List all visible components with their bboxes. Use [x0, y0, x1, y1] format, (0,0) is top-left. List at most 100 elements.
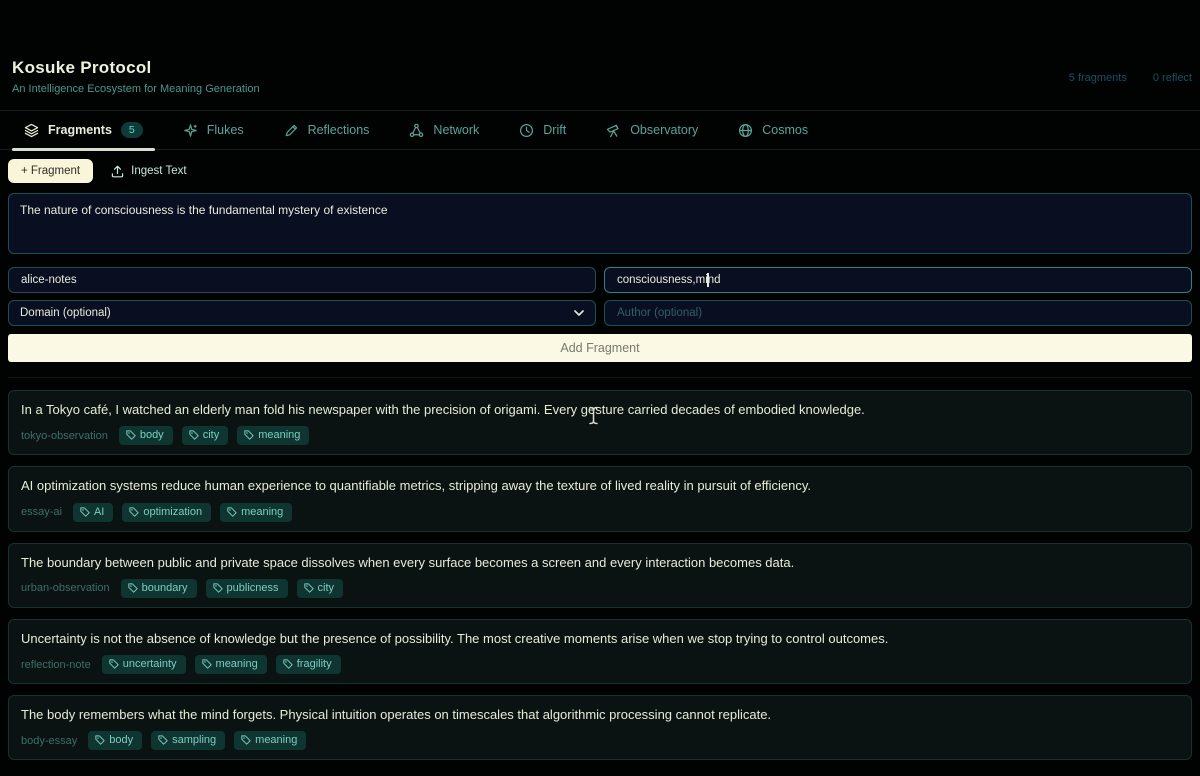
- fragment-text: Uncertainty is not the absence of knowle…: [21, 631, 1179, 647]
- fragments-badge: 5: [121, 122, 143, 139]
- form-divider: [8, 377, 1192, 378]
- fragment-tag: fragility: [276, 655, 341, 674]
- fragment-tag-label: meaning: [241, 506, 283, 518]
- fragment-tag: meaning: [195, 655, 267, 674]
- tab-label: Cosmos: [762, 123, 808, 137]
- fragment-tag-label: sampling: [172, 734, 216, 746]
- action-row: + Fragment Ingest Text: [8, 159, 1192, 183]
- tab-cosmos[interactable]: Cosmos: [726, 111, 820, 149]
- fragment-form: The nature of consciousness is the funda…: [8, 193, 1192, 378]
- fragment-tag: meaning: [237, 426, 309, 445]
- tag-icon: [304, 583, 314, 593]
- fragment-tag-label: city: [203, 429, 220, 441]
- fragment-tag: city: [297, 579, 344, 598]
- domain-select[interactable]: Domain (optional): [8, 300, 596, 326]
- tab-label: Observatory: [630, 123, 698, 137]
- fragment-tag: meaning: [220, 503, 292, 522]
- tag-icon: [227, 507, 237, 517]
- fragment-tag: uncertainty: [102, 655, 186, 674]
- new-fragment-button[interactable]: + Fragment: [8, 159, 93, 183]
- tab-observatory[interactable]: Observatory: [594, 111, 710, 149]
- fragment-text: The boundary between public and private …: [21, 555, 1179, 571]
- tag-icon: [109, 659, 119, 669]
- form-row-source-tags: [8, 267, 1192, 293]
- fragment-tags: uncertainty meaning fragility: [102, 655, 341, 674]
- sparkles-icon: [183, 123, 198, 138]
- tab-flukes[interactable]: Flukes: [171, 111, 256, 149]
- fragment-text: The body remembers what the mind forgets…: [21, 707, 1179, 723]
- header: Kosuke Protocol An Intelligence Ecosyste…: [0, 0, 1200, 95]
- reflections-count: 0 reflect: [1153, 72, 1192, 84]
- tab-reflections[interactable]: Reflections: [272, 111, 382, 149]
- layers-icon: [24, 123, 39, 138]
- tag-icon: [202, 659, 212, 669]
- author-input[interactable]: [604, 300, 1192, 326]
- fragment-text: In a Tokyo café, I watched an elderly ma…: [21, 402, 1179, 418]
- telescope-icon: [606, 123, 621, 138]
- page-subtitle: An Intelligence Ecosystem for Meaning Ge…: [12, 83, 1192, 95]
- fragment-meta: body-essay bodysamplingmeaning: [21, 731, 1179, 750]
- fragment-tag: meaning: [234, 731, 306, 750]
- fragment-tags: body sampling meaning: [88, 731, 306, 750]
- fragment-meta: essay-ai AI optimization meaning: [21, 503, 1179, 522]
- fragment-list: In a Tokyo café, I watched an elderly ma…: [8, 390, 1192, 760]
- source-input[interactable]: [8, 267, 596, 293]
- fragment-meta: tokyo-observation bodycitymeaning: [21, 426, 1179, 445]
- fragment-tag-label: publicness: [227, 582, 279, 594]
- page-title: Kosuke Protocol: [12, 58, 1192, 78]
- tab-label: Fragments: [48, 123, 112, 137]
- tab-bar: Fragments 5 Flukes Reflections Network D…: [0, 110, 1200, 150]
- fragment-tag: boundary: [121, 579, 197, 598]
- tag-icon: [241, 735, 251, 745]
- fragment-tag: body: [88, 731, 142, 750]
- fragment-tags: AI optimization meaning: [73, 503, 292, 522]
- tab-label: Drift: [543, 123, 566, 137]
- fragment-tags: boundary publicness city: [121, 579, 343, 598]
- fragment-tag-label: meaning: [216, 658, 258, 670]
- tab-fragments[interactable]: Fragments 5: [12, 111, 155, 149]
- fragment-tags: body city meaning: [119, 426, 310, 445]
- fragment-source: essay-ai: [21, 506, 62, 518]
- tag-icon: [80, 507, 90, 517]
- tag-icon: [126, 430, 136, 440]
- tag-icon: [128, 583, 138, 593]
- fragments-count: 5 fragments: [1069, 72, 1127, 84]
- tags-input-wrap: [604, 267, 1192, 293]
- fragment-card: Uncertainty is not the absence of knowle…: [8, 619, 1192, 684]
- fragment-card: In a Tokyo café, I watched an elderly ma…: [8, 390, 1192, 455]
- tab-network[interactable]: Network: [397, 111, 491, 149]
- ingest-text-label: Ingest Text: [131, 165, 186, 177]
- fragment-tag-label: city: [318, 582, 335, 594]
- clock-icon: [519, 123, 534, 138]
- tab-label: Flukes: [207, 123, 244, 137]
- domain-select-value: Domain (optional): [20, 307, 111, 319]
- tab-label: Reflections: [308, 123, 370, 137]
- tag-icon: [129, 507, 139, 517]
- fragment-tag-label: uncertainty: [123, 658, 177, 670]
- ingest-text-button[interactable]: Ingest Text: [111, 165, 186, 178]
- tag-icon: [189, 430, 199, 440]
- tags-input[interactable]: [604, 267, 1192, 293]
- globe-icon: [738, 123, 753, 138]
- pencil-icon: [284, 123, 299, 138]
- form-row-domain-author: Domain (optional): [8, 300, 1192, 326]
- fragment-tag-label: optimization: [143, 506, 202, 518]
- fragment-tag-label: AI: [94, 506, 104, 518]
- fragment-card: AI optimization systems reduce human exp…: [8, 466, 1192, 531]
- tab-drift[interactable]: Drift: [507, 111, 578, 149]
- tag-icon: [158, 735, 168, 745]
- add-fragment-button[interactable]: Add Fragment: [8, 334, 1192, 362]
- fragment-meta: urban-observation boundary publicness city: [21, 579, 1179, 598]
- fragment-card: The body remembers what the mind forgets…: [8, 695, 1192, 760]
- fragment-source: urban-observation: [21, 582, 110, 594]
- fragment-tag-label: body: [140, 429, 164, 441]
- chevron-down-icon: [574, 310, 584, 316]
- fragment-tag: sampling: [151, 731, 225, 750]
- tag-icon: [283, 659, 293, 669]
- fragment-content-input[interactable]: The nature of consciousness is the funda…: [8, 193, 1192, 254]
- fragment-tag-label: meaning: [258, 429, 300, 441]
- fragment-tag-label: fragility: [297, 658, 332, 670]
- upload-icon: [111, 165, 124, 178]
- fragment-tag-label: body: [109, 734, 133, 746]
- fragment-text: AI optimization systems reduce human exp…: [21, 478, 1179, 494]
